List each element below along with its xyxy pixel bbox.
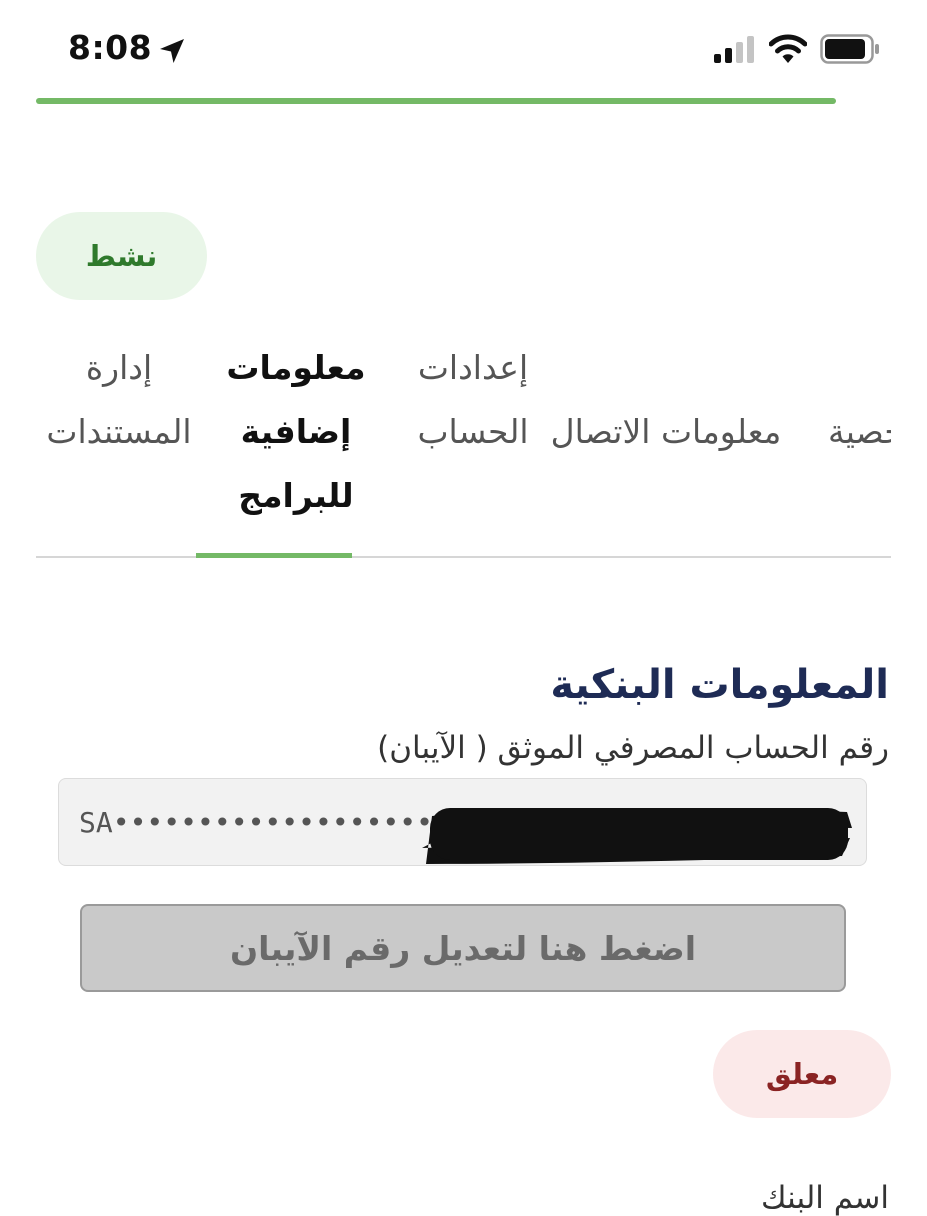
bank-info-title: المعلومات البنكية: [550, 662, 889, 708]
tab-additional-info-line1: معلومات: [226, 348, 366, 387]
bank-name-label: اسم البنك: [761, 1180, 889, 1216]
active-tab-indicator: [196, 553, 352, 558]
progress-bar: [36, 98, 836, 104]
tab-personal-info-line1: [828, 336, 891, 400]
iban-label: رقم الحساب المصرفي الموثق ( الآيبان): [377, 730, 889, 766]
redaction-mark: [422, 808, 852, 864]
tab-documents-line1: إدارة: [85, 348, 153, 387]
tab-contact-info-line1: [536, 336, 796, 400]
tab-additional-info-line3: للبرامج: [238, 476, 354, 515]
cellular-signal-icon: [714, 36, 754, 63]
tab-personal-info-line2: المعلومات الشخصية: [828, 412, 891, 451]
tab-personal-info[interactable]: المعلومات الشخصية: [828, 336, 891, 464]
tab-bar: إدارة المستندات معلومات إضافية للبرامج إ…: [36, 330, 891, 560]
edit-iban-button[interactable]: اضغط هنا لتعديل رقم الآيبان: [80, 904, 846, 992]
status-time: 8:08: [68, 28, 153, 67]
tab-additional-info[interactable]: معلومات إضافية للبرامج: [196, 336, 396, 528]
tab-contact-info-line2: معلومات الاتصال: [550, 412, 782, 451]
tab-additional-info-line2: إضافية: [240, 412, 352, 451]
wifi-icon: [769, 34, 807, 63]
status-badge-active: نشط: [36, 212, 207, 300]
status-badge-pending: معلق: [713, 1030, 891, 1118]
tab-documents-line2: المستندات: [46, 412, 192, 451]
battery-icon: [820, 34, 879, 64]
tabs-divider: [36, 556, 891, 558]
tab-documents[interactable]: إدارة المستندات: [36, 336, 214, 464]
tab-contact-info[interactable]: معلومات الاتصال: [536, 336, 796, 464]
location-arrow-icon: [160, 39, 184, 63]
